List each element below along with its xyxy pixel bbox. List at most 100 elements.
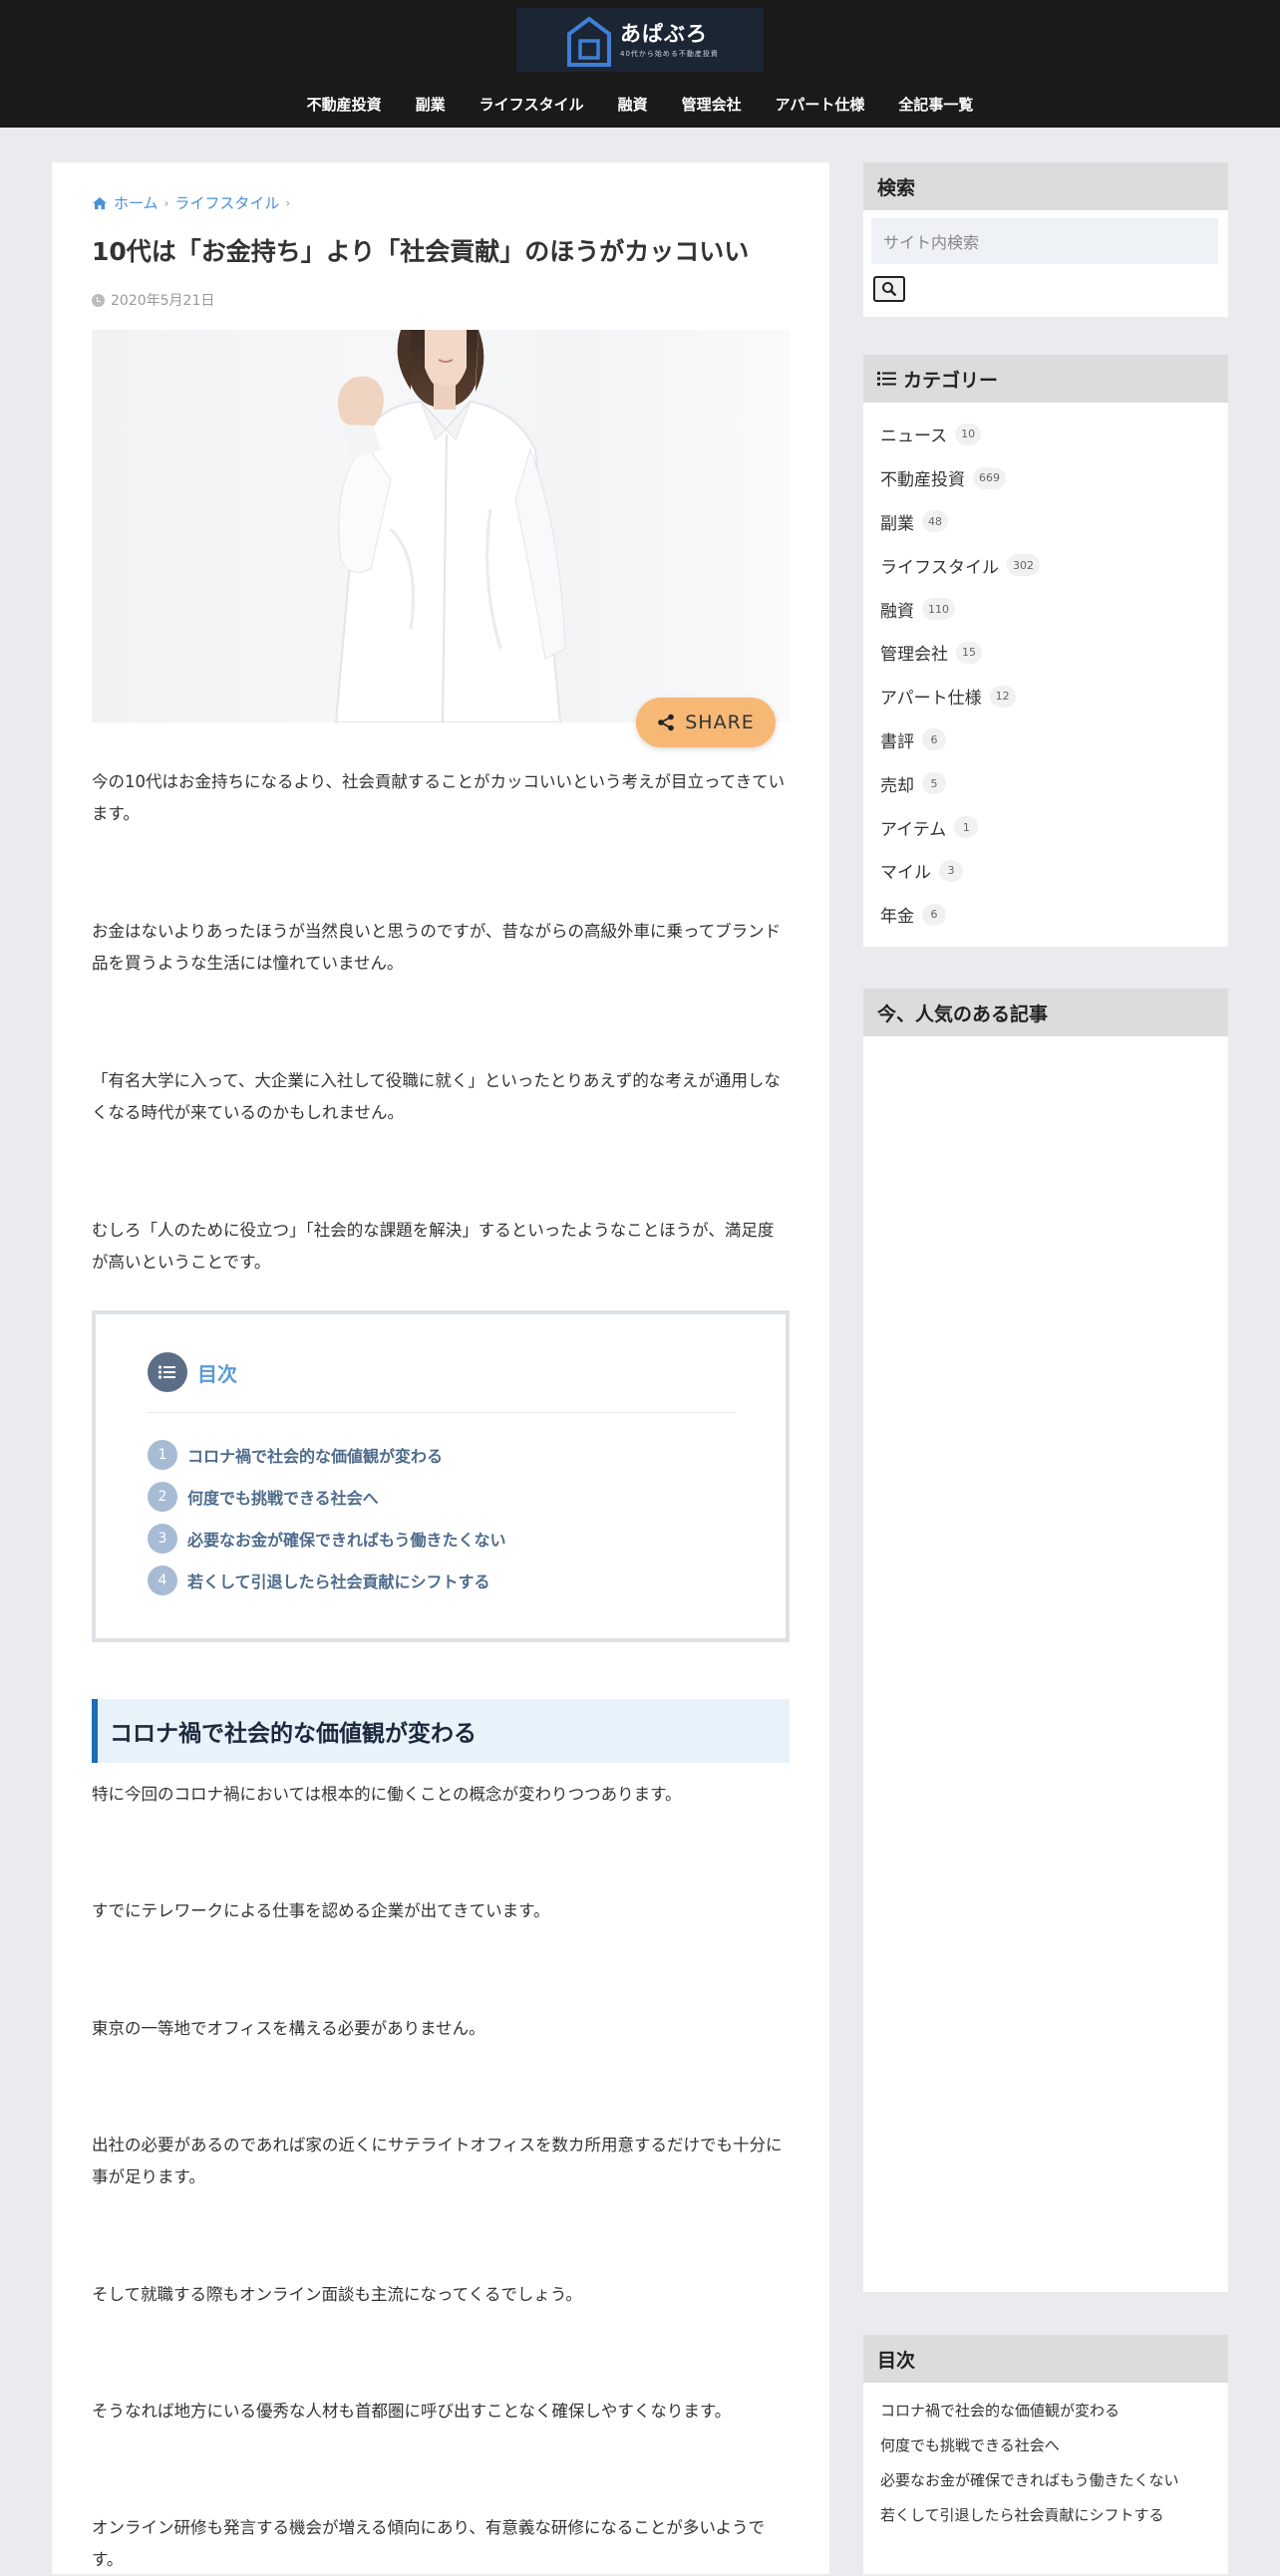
toc-number: 3: [148, 1524, 177, 1554]
site-logo[interactable]: あぱぶろ 40代から始める不動産投資: [516, 8, 764, 72]
category-label[interactable]: ニュース: [880, 422, 947, 446]
sidebar-toc-link[interactable]: 何度でも挑戦できる社会へ: [880, 2428, 1228, 2462]
site-header: あぱぶろ 40代から始める不動産投資 不動産投資 副業 ライフスタイル 融資 管…: [0, 0, 1280, 128]
sidebar-toc-list: コロナ禍で社会的な価値観が変わる 何度でも挑戦できる社会へ 必要なお金が確保でき…: [863, 2383, 1228, 2532]
nav-item-management[interactable]: 管理会社: [665, 88, 759, 121]
toc-link[interactable]: コロナ禍で社会的な価値観が変わる: [187, 1443, 443, 1467]
category-label[interactable]: ライフスタイル: [880, 553, 999, 578]
category-label[interactable]: マイル: [880, 858, 931, 883]
logo-text: あぱぶろ: [620, 22, 708, 46]
category-label[interactable]: 年金: [880, 902, 914, 927]
category-widget-header: カテゴリー: [863, 355, 1228, 403]
section-heading: コロナ禍で社会的な価値観が変わる: [92, 1699, 790, 1763]
category-item[interactable]: アパート仕様 12: [880, 675, 1228, 718]
sidebar-toc-widget: 目次 コロナ禍で社会的な価値観が変わる 何度でも挑戦できる社会へ 必要なお金が確…: [863, 2335, 1228, 2574]
category-count: 110: [922, 598, 955, 621]
category-item[interactable]: 書評 6: [880, 718, 1228, 762]
list-icon: [877, 372, 896, 386]
sidebar-toc-link[interactable]: 必要なお金が確保できればもう働きたくない: [880, 2462, 1228, 2497]
toc-item[interactable]: 1 コロナ禍で社会的な価値観が変わる: [148, 1434, 506, 1476]
sidebar-toc-title: 目次: [863, 2335, 1228, 2383]
popular-widget-title: 今、人気のある記事: [863, 989, 1228, 1036]
search-button[interactable]: [873, 276, 905, 302]
nav-item-apartment-spec[interactable]: アパート仕様: [759, 88, 882, 121]
category-count: 3: [939, 859, 963, 882]
article-card: ホーム › ライフスタイル › 10代は「お金持ち」より「社会貢献」のほうがカッ…: [52, 162, 829, 2574]
category-label[interactable]: 副業: [880, 509, 914, 534]
category-label[interactable]: 売却: [880, 771, 914, 796]
category-label[interactable]: アイテム: [880, 815, 946, 840]
category-item[interactable]: ニュース 10: [880, 413, 1228, 456]
category-count: 6: [922, 903, 946, 926]
category-item[interactable]: 融資 110: [880, 587, 1228, 631]
toc-number: 1: [148, 1440, 177, 1470]
category-label[interactable]: 管理会社: [880, 640, 948, 665]
category-item[interactable]: 管理会社 15: [880, 631, 1228, 675]
intro-paragraph: 今の10代はお金持ちになるより、社会貢献することがカッコいいという考えが目立って…: [92, 772, 786, 824]
category-label[interactable]: 書評: [880, 727, 914, 752]
nav-item-real-estate[interactable]: 不動産投資: [290, 88, 399, 121]
category-item[interactable]: アイテム 1: [880, 805, 1228, 849]
search-input[interactable]: サイト内検索: [871, 218, 1218, 264]
logo-tagline: 40代から始める不動産投資: [620, 50, 719, 58]
share-label: SHARE: [685, 712, 755, 733]
toc-list: 1 コロナ禍で社会的な価値観が変わる 2 何度でも挑戦できる社会へ 3 必要なお…: [148, 1434, 506, 1601]
toc-divider: [148, 1412, 736, 1413]
category-item[interactable]: 売却 5: [880, 761, 1228, 805]
toc-item[interactable]: 3 必要なお金が確保できればもう働きたくない: [148, 1518, 506, 1560]
section-paragraph: 東京の一等地でオフィスを構える必要がありません。: [92, 2019, 485, 2038]
category-count: 1: [954, 816, 979, 839]
search-widget-title: 検索: [863, 162, 1228, 210]
category-item[interactable]: マイル 3: [880, 849, 1228, 893]
toc-number: 2: [148, 1482, 177, 1512]
post-date: 2020年5月21日: [92, 290, 214, 310]
breadcrumb: ホーム › ライフスタイル ›: [92, 192, 290, 213]
sidebar-toc-link[interactable]: コロナ禍で社会的な価値観が変わる: [880, 2393, 1228, 2428]
post-date-text: 2020年5月21日: [111, 293, 215, 309]
category-label[interactable]: アパート仕様: [880, 684, 982, 709]
breadcrumb-lifestyle[interactable]: ライフスタイル: [174, 192, 279, 213]
toc-link[interactable]: 何度でも挑戦できる社会へ: [187, 1485, 379, 1509]
category-item[interactable]: 年金 6: [880, 893, 1228, 937]
nav-item-lifestyle[interactable]: ライフスタイル: [463, 88, 601, 121]
breadcrumb-home[interactable]: ホーム: [114, 192, 159, 213]
article-title: 10代は「お金持ち」より「社会貢献」のほうがカッコいい: [92, 237, 750, 266]
intro-paragraph: お金はないよりあったほうが当然良いと思うのですが、昔ながらの高級外車に乗ってブラ…: [92, 922, 782, 974]
table-of-contents: 目次 1 コロナ禍で社会的な価値観が変わる 2 何度でも挑戦できる社会へ 3 必…: [92, 1310, 790, 1642]
toc-link[interactable]: 若くして引退したら社会貢献にシフトする: [187, 1569, 490, 1592]
house-icon: [567, 16, 611, 67]
share-button[interactable]: SHARE: [636, 698, 776, 747]
nav-item-all-articles[interactable]: 全記事一覧: [881, 88, 990, 121]
search-widget: 検索 サイト内検索: [863, 162, 1228, 317]
category-item[interactable]: 不動産投資 669: [880, 456, 1228, 500]
category-widget: カテゴリー ニュース 10 不動産投資 669 副業 48 ライフスタイル 302 融資…: [863, 355, 1228, 947]
category-item[interactable]: 副業 48: [880, 500, 1228, 544]
toc-header: 目次: [148, 1352, 237, 1392]
category-widget-title: カテゴリー: [903, 369, 999, 392]
popular-posts-widget: 今、人気のある記事: [863, 989, 1228, 2292]
global-nav: 不動産投資 副業 ライフスタイル 融資 管理会社 アパート仕様 全記事一覧: [0, 88, 1280, 121]
nav-item-financing[interactable]: 融資: [601, 88, 665, 121]
share-icon: [658, 714, 675, 731]
toc-item[interactable]: 4 若くして引退したら社会貢献にシフトする: [148, 1560, 506, 1601]
search-placeholder: サイト内検索: [883, 233, 980, 252]
sidebar-toc-link[interactable]: 若くして引退したら社会貢献にシフトする: [880, 2497, 1228, 2532]
section-paragraph: そして就職する際もオンライン面談も主流になってくるでしょう。: [92, 2285, 582, 2304]
nav-item-side-job[interactable]: 副業: [399, 88, 463, 121]
chevron-right-icon: ›: [163, 195, 169, 210]
section-paragraph: そうなれば地方にいる優秀な人材も首都圏に呼び出すことなく確保しやすくなります。: [92, 2402, 732, 2421]
section-paragraph: 出社の必要があるのであれば家の近くにサテライトオフィスを数カ所用意するだけでも十…: [92, 2136, 783, 2187]
toc-link[interactable]: 必要なお金が確保できればもう働きたくない: [187, 1527, 506, 1551]
category-count: 48: [922, 510, 948, 533]
toc-item[interactable]: 2 何度でも挑戦できる社会へ: [148, 1476, 506, 1518]
chevron-right-icon: ›: [285, 195, 291, 210]
home-icon: [93, 196, 107, 209]
category-item[interactable]: ライフスタイル 302: [880, 543, 1228, 587]
category-count: 12: [989, 685, 1016, 708]
toc-number: 4: [148, 1566, 177, 1595]
category-label[interactable]: 不動産投資: [880, 465, 965, 490]
toc-title: 目次: [197, 1361, 237, 1386]
category-label[interactable]: 融資: [880, 597, 914, 622]
clock-icon: [92, 293, 105, 307]
search-icon: [882, 282, 897, 297]
